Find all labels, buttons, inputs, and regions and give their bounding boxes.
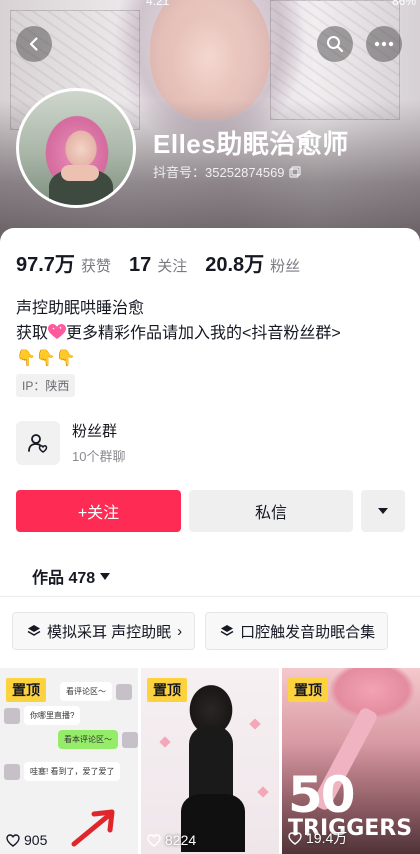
chat-text: 哇塞! 看到了，爱了爱了 (24, 762, 121, 781)
fan-group-entry[interactable]: 粉丝群 10个群聊 (16, 420, 125, 465)
stat-following-value: 17 (128, 254, 152, 276)
more-button[interactable] (366, 26, 402, 62)
chat-message: 看本评论区～ (58, 730, 138, 749)
video-grid: 置顶 看评论区～ 你哪里直播? 看本评论区～ 哇塞! 看到了，爱了爱了 905 … (0, 668, 420, 854)
stats-row: 97.7万 获赞 17 关注 20.8万 粉丝 (16, 248, 318, 277)
fan-group-text: 粉丝群 10个群聊 (72, 420, 125, 465)
caret-down-icon (100, 572, 111, 580)
fan-group-icon (28, 433, 48, 453)
chat-text: 看本评论区～ (58, 730, 118, 749)
chat-message: 哇塞! 看到了，爱了爱了 (4, 762, 121, 781)
bio-line-2: 获取 更多精彩作品请加入我的<抖音粉丝群> (16, 321, 411, 346)
collection-label: 模拟采耳 声控助眠 (47, 623, 172, 641)
search-button[interactable] (317, 26, 353, 62)
like-count: 8224 (147, 832, 196, 848)
back-icon (29, 37, 38, 51)
heart-decoration (257, 786, 269, 798)
chat-text: 看评论区～ (60, 682, 112, 701)
bio-line-2-prefix: 获取 (16, 325, 49, 342)
profile-card: 97.7万 获赞 17 关注 20.8万 粉丝 声控助眠哄睡治愈 获取 更多精彩… (0, 228, 420, 854)
video-tile[interactable]: 置顶 50 TRIGGERS 19.4万 (282, 668, 420, 854)
like-count-value: 19.4万 (306, 830, 348, 846)
heart-outline-icon (147, 833, 161, 847)
status-bar: 4:21 86% (0, 0, 420, 10)
collection-label: 口腔触发音助眠合集 (240, 623, 376, 641)
message-button[interactable]: 私信 (189, 490, 353, 532)
sparkling-heart-icon (48, 324, 67, 339)
like-count-value: 905 (24, 832, 48, 848)
stat-likes[interactable]: 97.7万 获赞 (16, 248, 111, 277)
collection-chip[interactable]: 口腔触发音助眠合集 (205, 612, 389, 650)
avatar-hands (61, 165, 99, 181)
like-count: 19.4万 (288, 828, 347, 848)
stat-followers-value: 20.8万 (205, 254, 265, 276)
stat-following-label: 关注 (157, 258, 188, 275)
stat-following[interactable]: 17 关注 (129, 254, 187, 277)
status-battery: 86% (391, 0, 416, 8)
tab-divider (0, 596, 420, 597)
chat-message: 你哪里直播? (4, 706, 81, 725)
douyin-id-text: 抖音号：35252874569 (153, 165, 285, 180)
follow-button[interactable]: +关注 (16, 490, 181, 532)
action-row: +关注 私信 (16, 490, 405, 532)
more-actions-dropdown[interactable] (361, 490, 405, 532)
fan-group-title: 粉丝群 (72, 423, 118, 440)
profile-name: Elles助眠治愈师 (153, 129, 349, 159)
video-tile[interactable]: 置顶 看评论区～ 你哪里直播? 看本评论区～ 哇塞! 看到了，爱了爱了 905 (0, 668, 138, 854)
pinned-badge: 置顶 (147, 678, 187, 702)
search-icon (327, 36, 344, 53)
fan-group-subtitle: 10个群聊 (72, 449, 126, 464)
chat-message: 看评论区～ (60, 682, 132, 701)
chat-avatar (4, 763, 20, 780)
chat-avatar (122, 731, 138, 748)
chevron-down-icon (378, 508, 388, 514)
stat-likes-value: 97.7万 (16, 254, 75, 276)
tab-works[interactable]: 作品 478 (32, 564, 111, 588)
collections-row: 模拟采耳 声控助眠 › 口腔触发音助眠合集 (12, 612, 398, 650)
heart-outline-icon (288, 831, 302, 845)
pinned-badge: 置顶 (288, 678, 328, 702)
status-time: 4:21 (146, 0, 170, 8)
heart-decoration (249, 718, 261, 730)
avatar[interactable] (16, 88, 136, 208)
like-count: 905 (6, 832, 47, 848)
pinned-badge: 置顶 (6, 678, 46, 702)
stat-likes-label: 获赞 (80, 258, 111, 275)
more-icon (374, 41, 394, 47)
bio: 声控助眠哄睡治愈 获取 更多精彩作品请加入我的<抖音粉丝群> 👇👇👇 (16, 296, 411, 371)
back-button[interactable] (16, 26, 52, 62)
chat-avatar (116, 683, 132, 700)
stat-followers-label: 粉丝 (270, 258, 301, 275)
bio-line-1: 声控助眠哄睡治愈 (16, 300, 145, 317)
fan-group-icon-box (16, 420, 60, 465)
layers-icon (220, 624, 234, 638)
stat-followers[interactable]: 20.8万 粉丝 (205, 248, 300, 277)
chevron-right-icon: › (177, 622, 183, 640)
heart-outline-icon (6, 833, 20, 847)
bio-line-3: 👇👇👇 (16, 350, 76, 367)
tab-works-label: 作品 478 (32, 570, 96, 587)
like-count-value: 8224 (165, 832, 197, 848)
banner-photo (150, 0, 270, 120)
video-tile[interactable]: 置顶 8224 (141, 668, 279, 854)
heart-decoration (159, 736, 171, 748)
bio-line-2-suffix: 更多精彩作品请加入我的<抖音粉丝群> (66, 325, 341, 342)
chat-avatar (4, 707, 20, 724)
copy-icon[interactable] (288, 165, 301, 178)
ip-location-tag: IP：陕西 (16, 374, 76, 397)
collection-chip[interactable]: 模拟采耳 声控助眠 › (12, 612, 196, 650)
chat-text: 你哪里直播? (24, 706, 81, 725)
douyin-id[interactable]: 抖音号：35252874569 (153, 162, 301, 181)
layers-icon (27, 624, 41, 638)
red-arrow-icon (71, 809, 115, 847)
